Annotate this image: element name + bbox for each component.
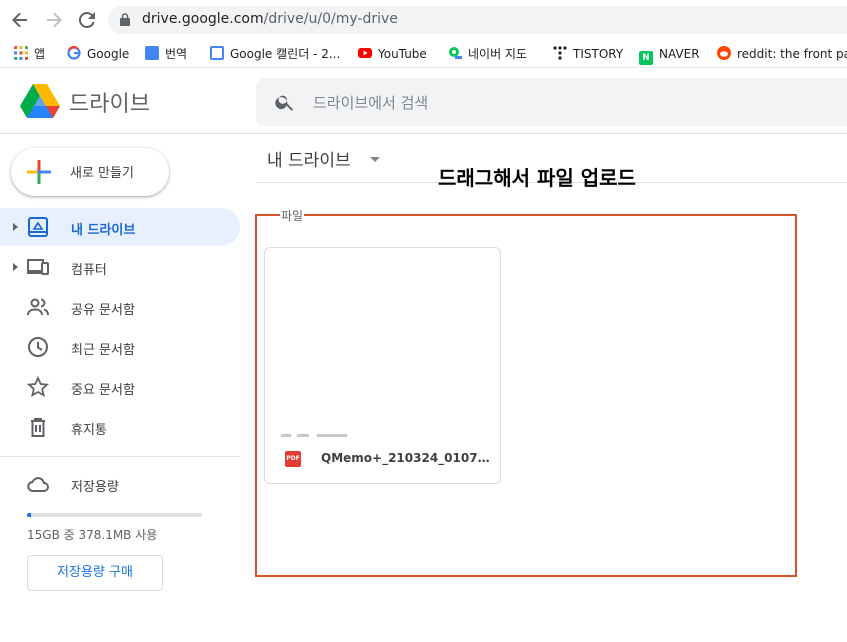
sidebar-item-label: 공유 문서함 <box>71 303 135 318</box>
sidebar-divider <box>0 456 240 457</box>
bookmark-apps[interactable]: 앱 <box>14 44 45 64</box>
buy-storage-button[interactable]: 저장용량 구매 <box>27 555 163 591</box>
bookmark-label: Google 캘린더 - 2... <box>230 47 341 61</box>
sidebar-item-storage[interactable]: 저장용량 <box>0 465 240 503</box>
shared-people-icon <box>27 298 49 316</box>
trash-icon <box>31 418 45 437</box>
computers-icon <box>27 259 49 275</box>
forward-icon[interactable] <box>42 8 66 32</box>
search-icon[interactable] <box>274 91 296 113</box>
bookmark-google[interactable]: Google <box>67 44 129 64</box>
drag-upload-hint: 드래그해서 파일 업로드 <box>438 166 636 190</box>
back-icon[interactable] <box>8 8 32 32</box>
browser-toolbar: drive.google.com/drive/u/0/my-drive <box>0 0 847 40</box>
storage-usage-text: 15GB 중 378.1MB 사용 <box>27 528 158 542</box>
sidebar-item-shared[interactable]: 공유 문서함 <box>0 288 240 326</box>
bookmark-label: NAVER <box>659 47 700 61</box>
new-button[interactable]: 새로 만들기 <box>11 148 169 196</box>
file-card-footer: PDF QMemo+_210324_010726... <box>265 440 500 484</box>
app-title[interactable]: 드라이브 <box>69 86 150 118</box>
sidebar-item-trash[interactable]: 휴지통 <box>0 408 240 446</box>
file-name: QMemo+_210324_010726... <box>321 451 491 465</box>
bookmark-label: 앱 <box>34 47 46 61</box>
search-bar[interactable]: 드라이브에서 검색 <box>256 78 847 126</box>
lock-icon <box>120 13 130 26</box>
address-bar[interactable]: drive.google.com/drive/u/0/my-drive <box>108 6 847 34</box>
sidebar-item-label: 휴지통 <box>71 423 107 438</box>
bookmark-translate[interactable]: 번역 <box>145 44 187 64</box>
sidebar-item-label: 내 드라이브 <box>71 223 136 238</box>
bookmark-label: YouTube <box>378 47 427 61</box>
file-card[interactable]: PDF QMemo+_210324_010726... <box>264 247 501 484</box>
url-path: /drive/u/0/my-drive <box>263 11 398 27</box>
storage-progress-bar <box>27 513 202 517</box>
bookmark-naver-map[interactable]: 네이버 지도 <box>448 44 527 64</box>
expand-arrow-icon[interactable] <box>13 263 18 271</box>
bookmark-youtube[interactable]: YouTube <box>358 44 427 64</box>
bookmark-label: 번역 <box>165 47 188 61</box>
sidebar-item-my-drive[interactable]: 내 드라이브 <box>0 208 240 246</box>
sidebar-item-starred[interactable]: 중요 문서함 <box>0 368 240 406</box>
chevron-down-icon[interactable] <box>370 157 380 162</box>
search-input[interactable]: 드라이브에서 검색 <box>313 92 428 113</box>
bookmark-calendar[interactable]: Google 캘린더 - 2... <box>210 44 340 64</box>
drive-header: 드라이브 드라이브에서 검색 <box>0 69 847 134</box>
sidebar-item-recent[interactable]: 최근 문서함 <box>0 328 240 366</box>
bookmark-label: Google <box>87 47 130 61</box>
naver-icon: N <box>639 51 653 65</box>
tistory-icon <box>553 46 567 60</box>
sidebar-item-label: 저장용량 <box>71 480 119 495</box>
sidebar-item-label: 중요 문서함 <box>71 383 135 398</box>
bookmark-tistory[interactable]: TISTORY <box>553 44 623 64</box>
bookmark-reddit[interactable]: reddit: the front pa <box>717 44 847 64</box>
youtube-icon <box>358 48 372 58</box>
apps-grid-icon <box>14 46 28 60</box>
google-icon <box>67 46 81 60</box>
translate-icon <box>145 46 159 60</box>
sidebar-item-label: 최근 문서함 <box>71 343 135 358</box>
my-drive-icon <box>28 217 48 237</box>
sidebar-item-label: 컴퓨터 <box>71 263 107 278</box>
bookmark-label: reddit: the front pa <box>737 47 847 61</box>
drive-logo-icon[interactable] <box>20 83 60 119</box>
plus-icon <box>27 160 51 184</box>
new-button-label: 새로 만들기 <box>70 166 134 181</box>
bookmark-label: 네이버 지도 <box>468 47 528 61</box>
storage-progress-fill <box>27 513 32 517</box>
reload-icon[interactable] <box>75 8 99 32</box>
bookmark-naver[interactable]: N NAVER <box>639 44 700 65</box>
bookmark-label: TISTORY <box>573 47 624 61</box>
reddit-icon <box>717 46 731 60</box>
pdf-icon: PDF <box>285 451 301 467</box>
naver-map-icon <box>449 47 462 59</box>
clock-icon <box>28 337 48 357</box>
expand-arrow-icon[interactable] <box>13 223 18 231</box>
file-thumbnail <box>281 434 347 437</box>
url-domain: drive.google.com <box>142 11 264 27</box>
star-icon <box>27 376 49 397</box>
bookmarks-bar: 앱 Google 번역 Google 캘린더 - 2... YouTube 네이… <box>0 40 847 68</box>
sidebar-item-computers[interactable]: 컴퓨터 <box>0 248 240 286</box>
section-label-files: 파일 <box>280 207 305 224</box>
cloud-icon <box>27 477 49 492</box>
breadcrumb[interactable]: 내 드라이브 <box>267 146 351 171</box>
calendar-icon <box>210 46 224 60</box>
url-text: drive.google.com/drive/u/0/my-drive <box>142 11 398 27</box>
